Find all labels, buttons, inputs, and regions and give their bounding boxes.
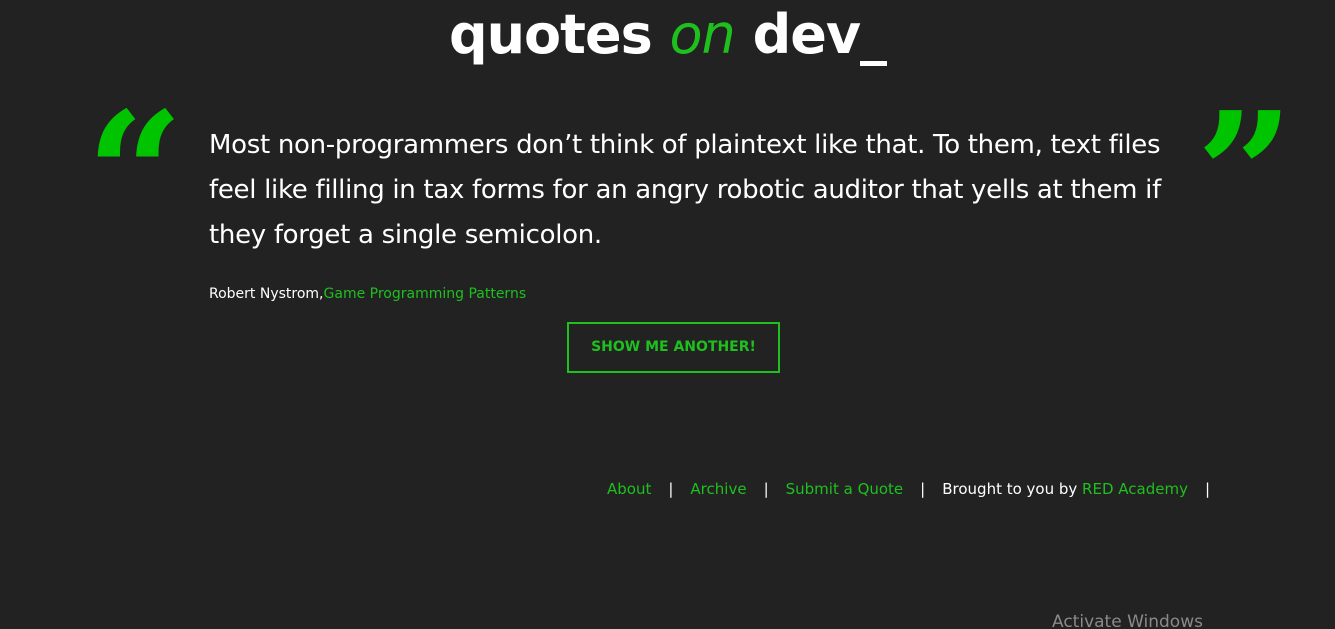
logo-dev: dev_	[734, 3, 887, 66]
footer-link-submit-quote[interactable]: Submit a Quote	[782, 478, 908, 500]
footer-credit: Brought to you by RED Academy	[938, 478, 1192, 500]
close-quote-icon: ”	[1196, 75, 1294, 275]
footer-link-about[interactable]: About	[603, 478, 655, 500]
quote-text: Most non-programmers don’t think of plai…	[209, 130, 1161, 250]
footer-link-archive[interactable]: Archive	[686, 478, 750, 500]
page: quotes on dev_ “ ” Most non-programmers …	[0, 0, 1335, 629]
logo-quotes: quotes	[448, 3, 670, 66]
footer-separator: |	[668, 480, 674, 498]
open-quote-icon: “	[86, 75, 184, 275]
footer-nav: About | Archive | Submit a Quote | Brought to …	[603, 478, 1223, 500]
quote-source-link[interactable]: Game Programming Patterns	[324, 286, 527, 302]
footer-separator: |	[920, 480, 926, 498]
site-logo[interactable]: quotes on dev_	[0, 0, 1335, 70]
footer-link-red-academy[interactable]: RED Academy	[1082, 480, 1188, 498]
quote-author: Robert Nystrom,	[209, 286, 324, 302]
footer-credit-prefix: Brought to you by	[942, 480, 1083, 498]
logo-on: on	[669, 3, 736, 66]
show-another-button[interactable]: SHOW ME ANOTHER!	[567, 322, 780, 373]
footer-separator: |	[763, 480, 769, 498]
quote-attribution: Robert Nystrom,Game Programming Patterns	[209, 284, 526, 304]
activate-windows-watermark: Activate Windows	[1052, 612, 1203, 629]
footer-separator: |	[1204, 480, 1211, 498]
